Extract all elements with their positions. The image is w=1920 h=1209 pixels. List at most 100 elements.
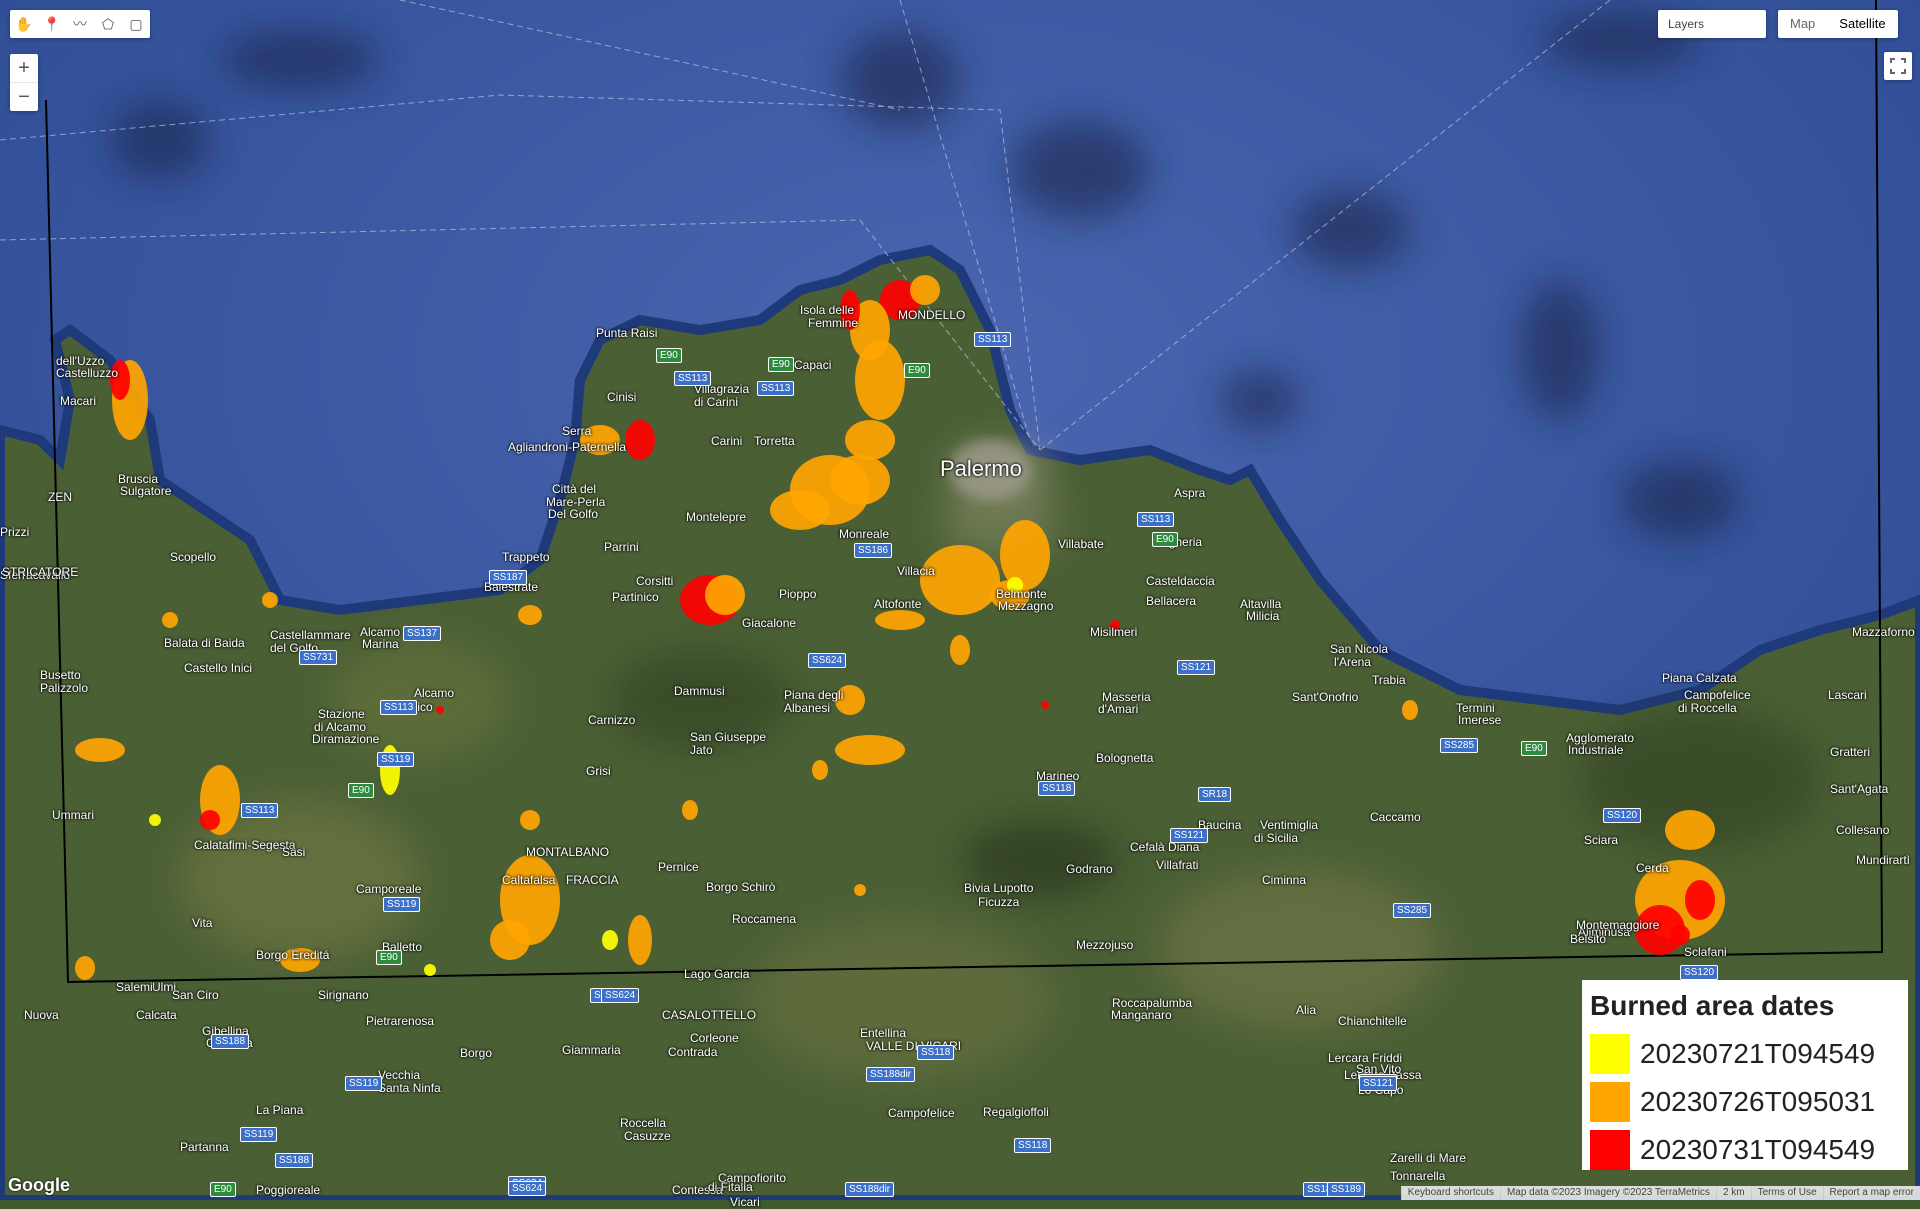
place-label: Carini [711,434,743,448]
legend-item: 20230726T095031 [1590,1078,1900,1126]
burned-area-patch [75,956,95,980]
burned-area-patch [1402,700,1418,720]
road-shield: SS189 [1327,1182,1366,1197]
road-shield: SS113 [1137,512,1175,527]
place-label: Sciara [1584,833,1619,847]
place-label: di Roccella [1678,701,1737,715]
place-label: Pietrarenosa [366,1014,435,1028]
burned-area-patch [875,610,925,630]
place-label: l'Arena [1334,655,1371,669]
burned-area-patch [149,814,161,826]
road-shield: SS118 [917,1045,955,1060]
burned-area-patch [950,635,970,665]
place-label: Calatafimi-Segesta [194,838,296,852]
fullscreen-button[interactable] [1884,52,1912,80]
burned-area-patch [835,735,905,765]
zoom-out-button[interactable]: − [10,82,38,111]
road-shield: SS119 [377,752,415,767]
marker-icon[interactable]: 📍 [38,10,66,38]
place-label: Grisi [586,764,611,778]
place-label: di Carini [694,395,739,409]
road-shield: E90 [348,783,374,798]
place-label: Monreale [839,527,890,541]
place-label: Pioppo [779,587,817,601]
place-label: FRACCIA [566,873,619,887]
place-label: San Nicola [1330,642,1389,656]
place-label: Scopello [170,550,217,564]
place-label: Caccamo [1370,810,1421,824]
place-label: Balata di Baida [164,636,245,650]
place-label: di Fitalia [708,1180,753,1194]
place-label: Serra [562,424,592,438]
scale-bar[interactable]: 2 km [1715,1186,1751,1200]
place-label: Sulgatore [120,484,172,498]
layers-dropdown[interactable]: Layers [1658,10,1766,38]
polygon-icon[interactable]: ⬠ [94,10,122,38]
place-label: ZEN [48,490,72,504]
place-label: Corleone [690,1031,739,1045]
burned-area-patch [770,490,830,530]
place-label: MONTALBANO [526,845,610,859]
place-label: Ummari [52,808,94,822]
road-shield: SS188dir [866,1067,916,1082]
burned-area-patch [424,964,436,976]
place-label: Sasi [282,845,306,859]
place-label: Mundirartì [1856,853,1911,867]
place-label: Casteldaccia [1146,574,1215,588]
burned-area-patch [436,706,444,714]
road-shield: SS285 [1393,903,1432,918]
road-shield: SS113 [241,803,279,818]
keyboard-shortcuts-link[interactable]: Keyboard shortcuts [1400,1186,1500,1200]
zoom-in-button[interactable]: + [10,54,38,82]
pan-hand-icon[interactable]: ✋ [10,10,38,38]
burned-area-patch [75,738,125,762]
burned-area-patch [1685,880,1715,920]
place-label: Villafrati [1156,858,1199,872]
place-label: Alcamo [414,686,455,700]
place-label: Jato [690,743,713,757]
place-label: Ciminna [1262,873,1307,887]
place-label: San Giuseppe [690,730,767,744]
place-label: Borgo [460,1046,493,1060]
road-shield: SS121 [1177,660,1216,675]
place-label: d'Amari [1098,702,1139,716]
place-label: Femmine [808,316,859,330]
burned-area-patch [518,605,542,625]
drawing-toolbar: ✋ 📍 〰 ⬠ ▢ [10,10,150,38]
place-label: Camporeale [356,882,422,896]
place-label: Macari [60,394,97,408]
place-label: Torretta [754,434,795,448]
place-label: Campofelice [888,1106,955,1120]
place-label: Giacalone [742,616,797,630]
map-type-satellite-button[interactable]: Satellite [1827,10,1897,38]
burned-area-patch [162,612,178,628]
rectangle-icon[interactable]: ▢ [122,10,150,38]
place-label: Godrano [1066,862,1113,876]
place-label: Montelepre [686,510,747,524]
place-label: Montemaggiore [1576,918,1660,932]
burned-area-patch [1665,810,1715,850]
road-shield: SS119 [383,897,421,912]
place-label: Lago Garcia [684,967,750,981]
terms-link[interactable]: Terms of Use [1750,1186,1823,1200]
place-label: Belsito [1570,932,1607,946]
map-type-map-button[interactable]: Map [1778,10,1827,38]
report-error-link[interactable]: Report a map error [1822,1186,1920,1200]
place-label: Milicia [1246,609,1280,623]
burned-area-patch [1670,925,1690,945]
road-shield: SS113 [674,371,712,386]
place-label: Chianchitelle [1338,1014,1407,1028]
burned-area-patch [262,592,278,608]
legend-swatch-red [1590,1130,1630,1170]
road-shield: SS119 [345,1076,383,1091]
road-shield: SS121 [1170,828,1209,843]
place-label: Borgo Schirò [706,880,776,894]
place-label: Nuova [24,1008,59,1022]
place-label: Busetto [40,668,81,682]
place-label: CASALOTTELLO [662,1008,757,1022]
place-label: Isola delle [800,303,855,317]
place-label: Piana Calzata [1662,671,1737,685]
place-label: Cinisi [607,390,637,404]
line-icon[interactable]: 〰 [66,10,94,38]
place-label: Bivia Lupotto [964,881,1034,895]
